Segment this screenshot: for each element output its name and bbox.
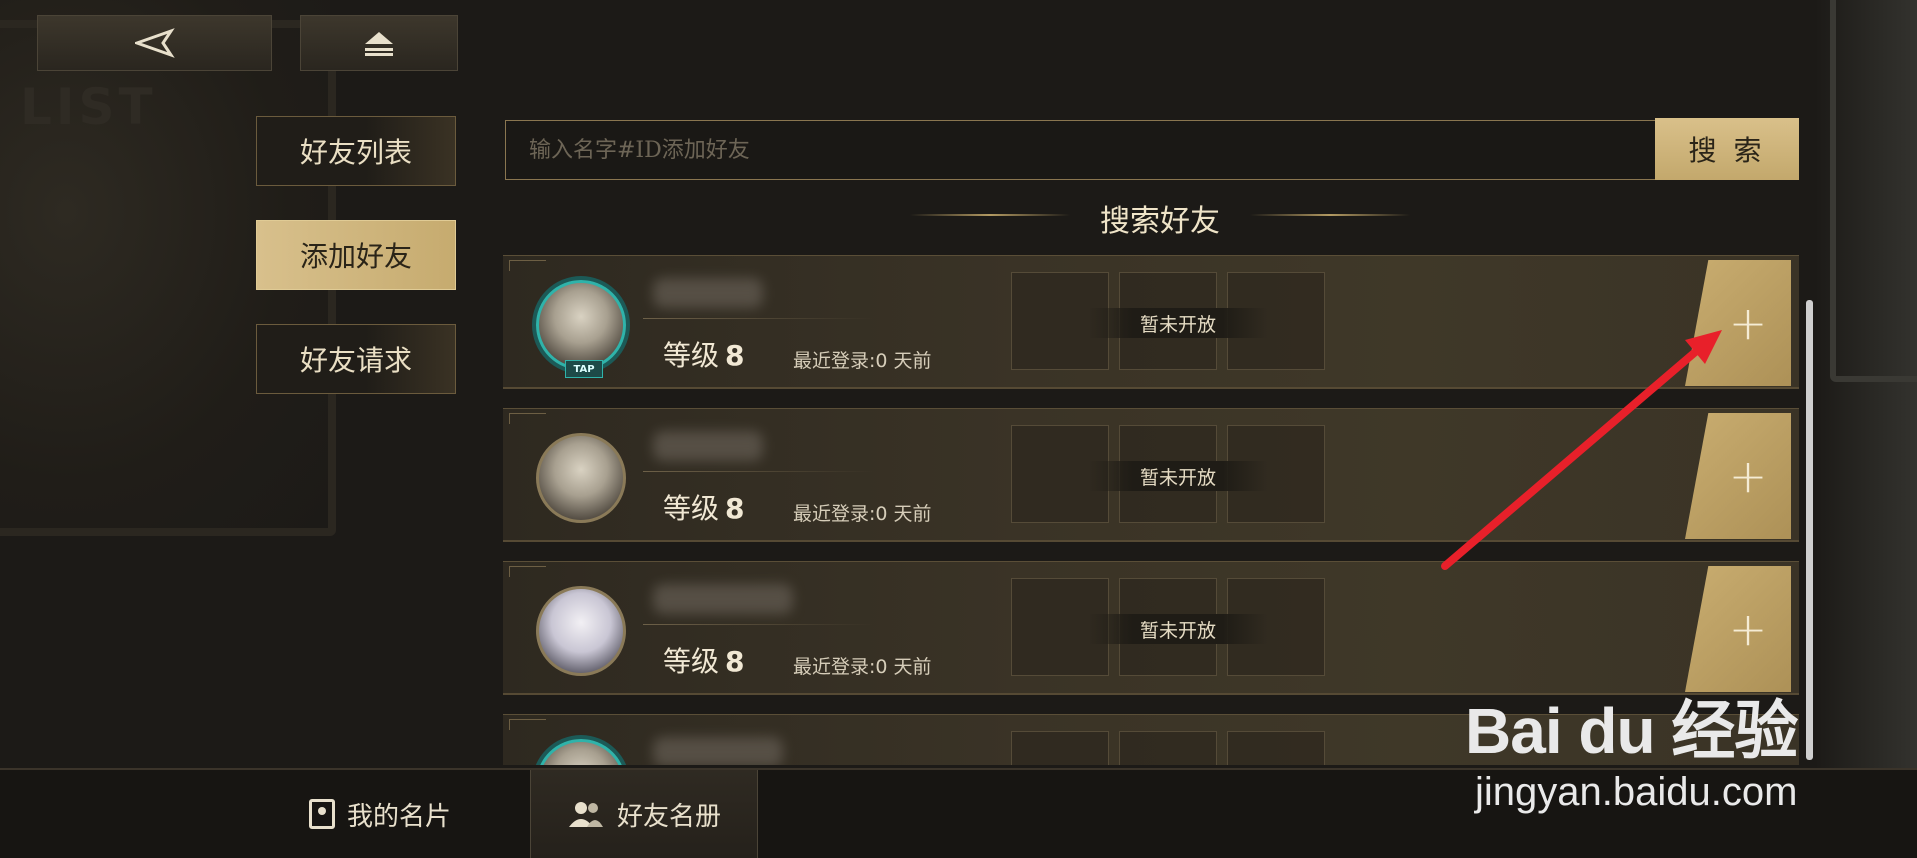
level-value: 8	[725, 645, 745, 678]
player-level: 等级 8	[663, 334, 745, 374]
card-corner-ornament	[509, 566, 546, 577]
search-button[interactable]: 搜 索	[1655, 118, 1799, 180]
watermark-url: jingyan.baidu.com	[1475, 770, 1798, 814]
card-corner-ornament	[509, 260, 546, 271]
player-name-blurred	[653, 737, 783, 765]
friend-result-card: TAP 等级 8 最近登录:0 天前 暂未开放 +	[503, 255, 1799, 389]
id-card-icon	[308, 799, 335, 829]
background-list-text: LIST	[20, 78, 157, 136]
avatar[interactable]	[536, 433, 626, 523]
friend-result-card: 等级 8 最近登录:0 天前 暂未开放 +	[503, 408, 1799, 542]
title-divider-left	[910, 214, 1070, 216]
tab-friend-roster-label: 好友名册	[616, 801, 721, 832]
showcase-slot	[1011, 731, 1109, 765]
friends-icon	[568, 802, 603, 827]
level-label: 等级	[663, 492, 720, 525]
back-triangle-icon	[134, 28, 175, 58]
name-underline	[643, 624, 873, 625]
plus-icon: +	[1728, 296, 1768, 350]
level-value: 8	[725, 339, 745, 372]
not-open-label: 暂未开放	[1088, 461, 1268, 491]
tab-my-card-label: 我的名片	[346, 801, 451, 832]
plus-icon: +	[1728, 449, 1768, 503]
tab-friend-roster[interactable]: 好友名册	[530, 770, 758, 858]
level-label: 等级	[663, 645, 720, 678]
not-open-label: 暂未开放	[1088, 614, 1268, 644]
title-divider-right	[1250, 214, 1410, 216]
level-value: 8	[725, 492, 745, 525]
tap-badge: TAP	[565, 360, 603, 378]
tab-friend-requests[interactable]: 好友请求	[256, 324, 456, 394]
player-level: 等级 8	[663, 487, 745, 527]
watermark-brand: Bai du 经验	[1465, 695, 1798, 767]
last-login: 最近登录:0 天前	[793, 503, 932, 525]
player-name-blurred	[653, 431, 763, 461]
avatar[interactable]	[536, 280, 626, 370]
background-right-frame	[1830, 0, 1917, 382]
last-login: 最近登录:0 天前	[793, 656, 932, 678]
player-name-blurred	[653, 584, 793, 614]
avatar[interactable]	[536, 586, 626, 676]
plus-icon: +	[1728, 602, 1768, 656]
search-box	[505, 120, 1657, 180]
showcase-slot	[1227, 731, 1325, 765]
showcase-slot	[1119, 731, 1217, 765]
level-label: 等级	[663, 339, 720, 372]
not-open-label: 暂未开放	[1088, 308, 1268, 338]
name-underline	[643, 471, 873, 472]
tab-friend-list[interactable]: 好友列表	[256, 116, 456, 186]
card-corner-ornament	[509, 719, 546, 730]
card-corner-ornament	[509, 413, 546, 424]
last-login: 最近登录:0 天前	[793, 350, 932, 372]
back-button[interactable]	[37, 15, 272, 71]
avatar[interactable]	[536, 739, 626, 765]
player-name-blurred	[653, 278, 763, 308]
name-underline	[643, 318, 873, 319]
add-friend-button[interactable]: +	[1685, 260, 1791, 386]
baidu-watermark: Bai du 经验 jingyan.baidu.com	[1465, 650, 1905, 840]
player-level: 等级 8	[663, 640, 745, 680]
search-input[interactable]	[506, 121, 1656, 179]
tab-add-friend[interactable]: 添加好友	[256, 220, 456, 290]
add-friend-button[interactable]: +	[1685, 413, 1791, 539]
tab-my-card[interactable]: 我的名片	[290, 770, 470, 858]
eject-icon	[365, 32, 393, 56]
home-button[interactable]	[300, 15, 458, 71]
section-title: 搜索好友	[1100, 204, 1220, 239]
